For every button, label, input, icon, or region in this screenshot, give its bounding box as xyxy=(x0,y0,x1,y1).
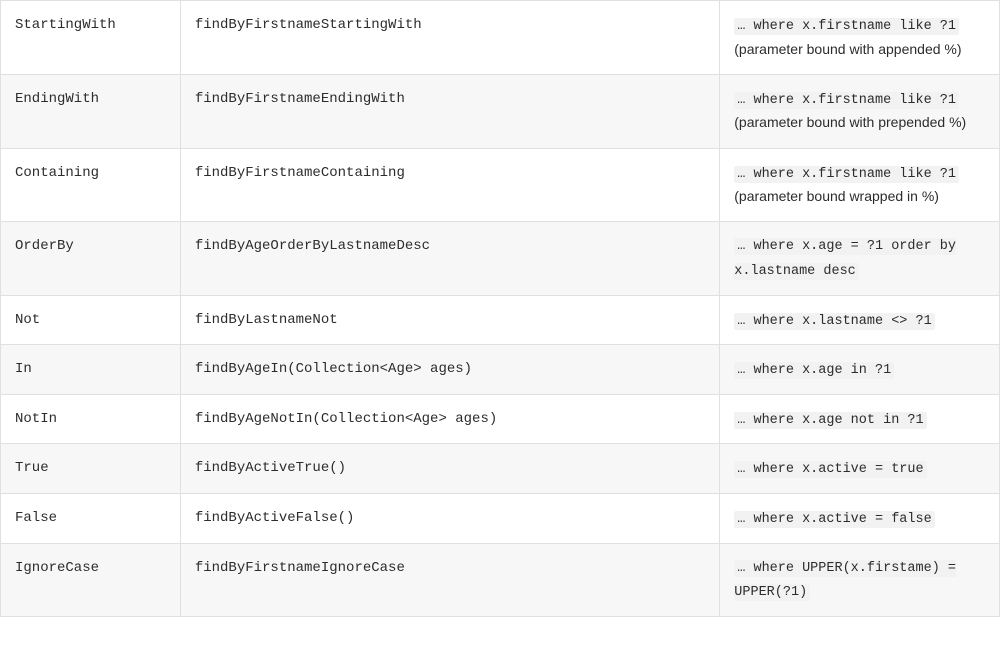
snippet-suffix: (parameter bound with appended %) xyxy=(734,41,961,57)
sample-cell: findByFirstnameIgnoreCase xyxy=(180,543,719,616)
sample-text: findByFirstnameContaining xyxy=(195,165,405,181)
table-row: IgnoreCase findByFirstnameIgnoreCase … whe… xyxy=(1,543,1000,616)
snippet-code: … where x.active = true xyxy=(734,461,926,478)
snippet-code: … where x.age not in ?1 xyxy=(734,412,926,429)
sample-cell: findByFirstnameContaining xyxy=(180,148,719,222)
sample-text: findByActiveFalse() xyxy=(195,510,355,526)
sample-text: findByActiveTrue() xyxy=(195,460,346,476)
keyword-text: In xyxy=(15,361,32,377)
table-row: StartingWith findByFirstnameStartingWith …… xyxy=(1,1,1000,75)
keyword-cell: EndingWith xyxy=(1,74,181,148)
table-row: NotIn findByAgeNotIn(Collection<Age> ages… xyxy=(1,394,1000,444)
sample-text: findByFirstnameEndingWith xyxy=(195,91,405,107)
keyword-text: NotIn xyxy=(15,411,57,427)
snippet-cell: … where x.active = false xyxy=(720,493,1000,543)
keyword-cell: False xyxy=(1,493,181,543)
keywords-table: StartingWith findByFirstnameStartingWith …… xyxy=(0,0,1000,617)
keyword-cell: NotIn xyxy=(1,394,181,444)
snippet-code: … where x.firstname like ?1 xyxy=(734,166,959,183)
keyword-text: EndingWith xyxy=(15,91,99,107)
sample-cell: findByAgeOrderByLastnameDesc xyxy=(180,222,719,295)
snippet-cell: … where UPPER(x.firstame) = UPPER(?1) xyxy=(720,543,1000,616)
sample-cell: findByActiveTrue() xyxy=(180,444,719,494)
keyword-cell: IgnoreCase xyxy=(1,543,181,616)
sample-cell: findByFirstnameStartingWith xyxy=(180,1,719,75)
sample-text: findByAgeIn(Collection<Age> ages) xyxy=(195,361,472,377)
keyword-cell: OrderBy xyxy=(1,222,181,295)
keyword-cell: StartingWith xyxy=(1,1,181,75)
snippet-suffix: (parameter bound wrapped in %) xyxy=(734,188,939,204)
sample-cell: findByActiveFalse() xyxy=(180,493,719,543)
snippet-cell: … where x.age in ?1 xyxy=(720,345,1000,395)
sample-text: findByAgeNotIn(Collection<Age> ages) xyxy=(195,411,497,427)
table-row: False findByActiveFalse() … where x.active… xyxy=(1,493,1000,543)
snippet-code: … where x.lastname <> ?1 xyxy=(734,313,934,330)
keyword-text: False xyxy=(15,510,57,526)
sample-cell: findByAgeIn(Collection<Age> ages) xyxy=(180,345,719,395)
keyword-text: IgnoreCase xyxy=(15,560,99,576)
sample-text: findByLastnameNot xyxy=(195,312,338,328)
sample-text: findByFirstnameStartingWith xyxy=(195,17,422,33)
snippet-cell: … where x.active = true xyxy=(720,444,1000,494)
snippet-cell: … where x.lastname <> ?1 xyxy=(720,295,1000,345)
snippet-code: … where x.firstname like ?1 xyxy=(734,18,959,35)
keyword-text: Containing xyxy=(15,165,99,181)
sample-cell: findByAgeNotIn(Collection<Age> ages) xyxy=(180,394,719,444)
snippet-cell: … where x.age not in ?1 xyxy=(720,394,1000,444)
snippet-suffix: (parameter bound with prepended %) xyxy=(734,114,966,130)
keyword-text: Not xyxy=(15,312,40,328)
snippet-cell: … where x.firstname like ?1 (parameter b… xyxy=(720,1,1000,75)
keyword-text: True xyxy=(15,460,49,476)
keyword-cell: Containing xyxy=(1,148,181,222)
keyword-cell: Not xyxy=(1,295,181,345)
keyword-text: OrderBy xyxy=(15,238,74,254)
keyword-cell: True xyxy=(1,444,181,494)
table-row: Containing findByFirstnameContaining … whe… xyxy=(1,148,1000,222)
snippet-cell: … where x.firstname like ?1 (parameter b… xyxy=(720,148,1000,222)
table-row: True findByActiveTrue() … where x.active =… xyxy=(1,444,1000,494)
sample-cell: findByFirstnameEndingWith xyxy=(180,74,719,148)
sample-text: findByFirstnameIgnoreCase xyxy=(195,560,405,576)
snippet-code: … where x.active = false xyxy=(734,511,934,528)
table-row: OrderBy findByAgeOrderByLastnameDesc … whe… xyxy=(1,222,1000,295)
snippet-code: … where x.age = ?1 order by x.lastname d… xyxy=(734,238,956,280)
keyword-text: StartingWith xyxy=(15,17,116,33)
sample-cell: findByLastnameNot xyxy=(180,295,719,345)
snippet-code: … where UPPER(x.firstame) = UPPER(?1) xyxy=(734,560,956,602)
snippet-cell: … where x.age = ?1 order by x.lastname d… xyxy=(720,222,1000,295)
sample-text: findByAgeOrderByLastnameDesc xyxy=(195,238,430,254)
keyword-cell: In xyxy=(1,345,181,395)
snippet-code: … where x.age in ?1 xyxy=(734,362,894,379)
table-row: Not findByLastnameNot … where x.lastname <… xyxy=(1,295,1000,345)
snippet-code: … where x.firstname like ?1 xyxy=(734,92,959,109)
table-row: In findByAgeIn(Collection<Age> ages) … whe… xyxy=(1,345,1000,395)
snippet-cell: … where x.firstname like ?1 (parameter b… xyxy=(720,74,1000,148)
table-row: EndingWith findByFirstnameEndingWith … whe… xyxy=(1,74,1000,148)
